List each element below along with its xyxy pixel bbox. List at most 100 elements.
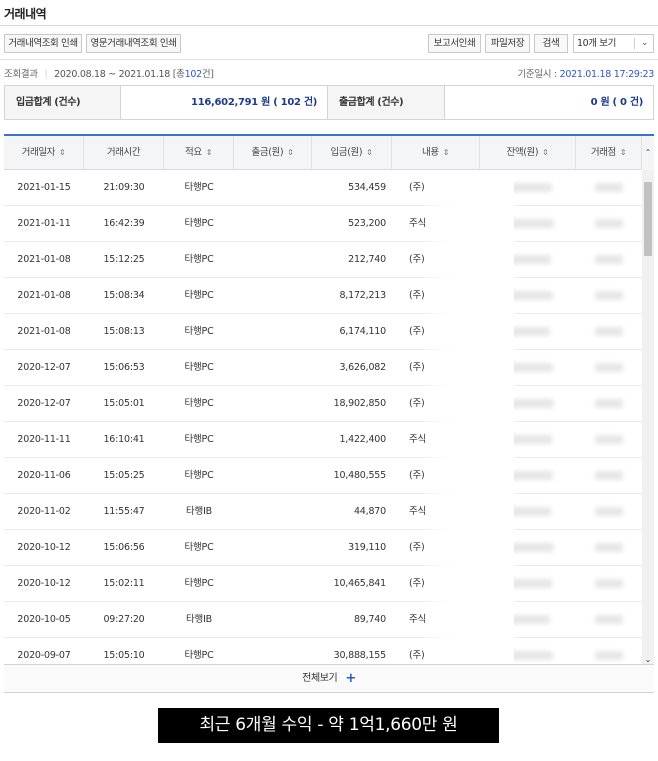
cell-time: 15:12:25: [103, 254, 145, 265]
redacted-branch: [595, 291, 623, 300]
table-body: 2021-01-15 21:09:30 타행PC 534,459 (주) 2021-01-…: [4, 170, 642, 664]
cell-deposit: 8,172,213: [339, 290, 386, 301]
cell-balance: [480, 386, 576, 421]
column-label: 거래점: [590, 147, 616, 158]
cell-branch: [576, 242, 642, 277]
redacted-branch: [595, 651, 623, 660]
cell-branch: [576, 422, 642, 457]
cell-type: 타행IB: [186, 614, 212, 625]
sort-arrows-icon: ⇕: [442, 148, 450, 157]
cell-type: 타행PC: [184, 362, 214, 373]
cell-deposit: 44,870: [353, 506, 386, 517]
scrollbar-thumb[interactable]: [644, 182, 652, 256]
cell-type: 타행PC: [184, 182, 214, 193]
cell-memo: (주): [392, 530, 480, 565]
column-header-deposit[interactable]: 입금(원) ⇕: [312, 136, 392, 170]
caption-banner: 최근 6개월 수익 - 약 1억1,660만 원: [158, 708, 499, 743]
redacted-balance: [504, 435, 552, 444]
cell-date: 2020-10-12: [17, 542, 71, 553]
column-header-balance[interactable]: 잔액(원) ⇕: [480, 136, 576, 170]
column-header-withdraw[interactable]: 출금(원) ⇕: [234, 136, 312, 170]
cell-time: 15:05:10: [103, 650, 145, 661]
memo-text: (주): [409, 326, 425, 337]
table-row[interactable]: 2020-11-11 16:10:41 타행PC 1,422,400 주식: [4, 422, 642, 458]
column-header-date[interactable]: 거래일자 ⇕: [4, 136, 84, 170]
cell-memo: (주): [392, 458, 480, 493]
cell-date: 2020-12-07: [17, 398, 71, 409]
cell-memo: (주): [392, 314, 480, 349]
cell-balance: [480, 314, 576, 349]
search-button[interactable]: 검색: [534, 34, 568, 53]
print-report-button[interactable]: 보고서인쇄: [428, 34, 481, 53]
cell-withdraw: [234, 386, 312, 421]
table-row[interactable]: 2021-01-11 16:42:39 타행PC 523,200 주식: [4, 206, 642, 242]
cell-memo: (주): [392, 350, 480, 385]
memo-text: (주): [409, 182, 425, 193]
page-title: 거래내역: [4, 7, 47, 21]
cell-memo: (주): [392, 566, 480, 601]
cell-memo: 주식: [392, 602, 480, 637]
cell-balance: [480, 494, 576, 529]
cell-memo: 주식: [392, 494, 480, 529]
chevron-down-icon: ⌄: [640, 38, 649, 48]
redacted-branch: [595, 183, 623, 192]
column-header-memo[interactable]: 내용 ⇕: [392, 136, 480, 170]
save-file-button[interactable]: 파일저장: [485, 34, 530, 53]
redacted-branch: [595, 399, 623, 408]
table-header: 거래일자 ⇕ 거래시간 적요 ⇕ 출금(원) ⇕ 입금(원) ⇕ 내용 ⇕ 잔액(원) ⇕ …: [4, 136, 654, 170]
redacted-branch: [595, 327, 623, 336]
table-row[interactable]: 2020-11-02 11:55:47 타행IB 44,870 주식: [4, 494, 642, 530]
redacted-balance: [506, 615, 550, 624]
result-label: 조회결과: [4, 69, 38, 80]
cell-withdraw: [234, 422, 312, 457]
cell-memo: (주): [392, 242, 480, 277]
table-row[interactable]: 2021-01-15 21:09:30 타행PC 534,459 (주): [4, 170, 642, 206]
redacted-branch: [595, 579, 623, 588]
cell-deposit: 212,740: [348, 254, 386, 265]
table-row[interactable]: 2020-10-12 15:02:11 타행PC 10,465,841 (주): [4, 566, 642, 602]
redacted-balance: [504, 183, 552, 192]
scroll-down-arrow-icon[interactable]: ⌄: [642, 654, 654, 664]
base-datetime-value: 2021.01.18 17:29:23: [559, 69, 655, 80]
table-row[interactable]: 2020-12-07 15:05:01 타행PC 18,902,850 (주): [4, 386, 642, 422]
result-count-prefix: [총: [172, 69, 185, 80]
cell-type: 타행PC: [184, 650, 214, 661]
table-row[interactable]: 2020-10-05 09:27:20 타행IB 89,740 주식: [4, 602, 642, 638]
print-history-button[interactable]: 거래내역조회 인쇄: [4, 34, 82, 53]
cell-time: 15:06:53: [103, 362, 145, 373]
memo-text: (주): [409, 470, 425, 481]
table-row[interactable]: 2021-01-08 15:08:34 타행PC 8,172,213 (주): [4, 278, 642, 314]
view-all-button[interactable]: 전체보기 +: [4, 664, 654, 693]
table-row[interactable]: 2020-10-12 15:06:56 타행PC 319,110 (주): [4, 530, 642, 566]
cell-withdraw: [234, 458, 312, 493]
cell-branch: [576, 602, 642, 637]
table-row[interactable]: 2020-09-07 15:05:10 타행PC 30,888,155 (주): [4, 638, 642, 664]
print-english-history-button[interactable]: 영문거래내역조회 인쇄: [86, 34, 181, 53]
cell-time: 16:10:41: [103, 434, 145, 445]
memo-text: (주): [409, 398, 425, 409]
cell-deposit: 1,422,400: [339, 434, 386, 445]
table-row[interactable]: 2021-01-08 15:08:13 타행PC 6,174,110 (주): [4, 314, 642, 350]
page-size-select[interactable]: 10개 보기 ⌄: [573, 34, 654, 53]
memo-text: (주): [409, 290, 425, 301]
memo-text: (주): [409, 578, 425, 589]
table-row[interactable]: 2020-11-06 15:05:25 타행PC 10,480,555 (주): [4, 458, 642, 494]
cell-type: 타행PC: [184, 578, 214, 589]
cell-time: 15:08:34: [103, 290, 145, 301]
cell-type: 타행PC: [184, 254, 214, 265]
table-row[interactable]: 2020-12-07 15:06:53 타행PC 3,626,082 (주): [4, 350, 642, 386]
cell-time: 09:27:20: [103, 614, 145, 625]
cell-type: 타행PC: [184, 398, 214, 409]
cell-time: 16:42:39: [103, 218, 145, 229]
table-row[interactable]: 2021-01-08 15:12:25 타행PC 212,740 (주): [4, 242, 642, 278]
column-header-branch[interactable]: 거래점 ⇕: [576, 136, 642, 170]
cell-type: 타행PC: [184, 470, 214, 481]
scroll-up-arrow-icon[interactable]: ⌃: [642, 136, 654, 170]
cell-withdraw: [234, 602, 312, 637]
cell-branch: [576, 530, 642, 565]
sort-arrows-icon: ⇕: [59, 148, 66, 157]
column-header-type[interactable]: 적요 ⇕: [164, 136, 234, 170]
summary-box: 입금합계 (건수) 116,602,791 원 ( 102 건) 출금합계 (건…: [4, 85, 654, 120]
cell-type: 타행PC: [184, 542, 214, 553]
cell-date: 2020-09-07: [17, 650, 71, 661]
